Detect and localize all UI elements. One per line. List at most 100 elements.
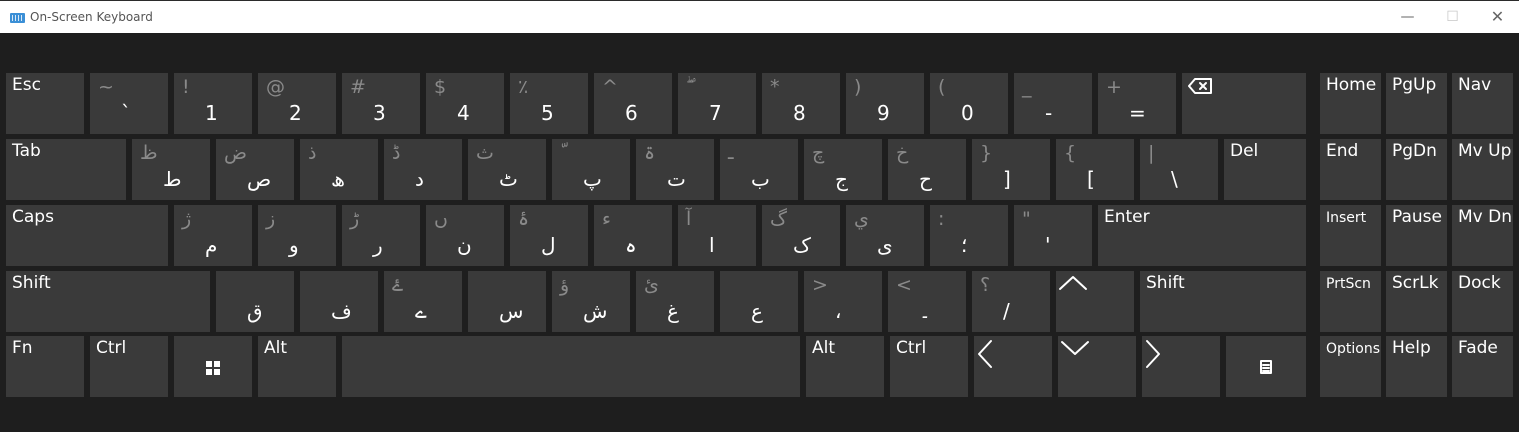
key-period[interactable]: < ۔ <box>888 271 966 332</box>
key-4[interactable]: $4 <box>426 73 504 134</box>
key-s[interactable]: زو <box>258 205 336 266</box>
key-h[interactable]: ءہ <box>594 205 672 266</box>
key-n[interactable]: ئغ <box>636 271 714 332</box>
key-u[interactable]: ۃت <box>636 139 714 200</box>
key-lbracket[interactable]: }] <box>972 139 1050 200</box>
key-mvup[interactable]: Mv Up <box>1452 139 1513 200</box>
key-k[interactable]: گک <box>762 205 840 266</box>
key-nav[interactable]: Nav <box>1452 73 1513 134</box>
key-up[interactable] <box>1056 271 1134 332</box>
maximize-button[interactable]: ☐ <box>1430 1 1475 33</box>
key-9[interactable]: ) 9 <box>846 73 924 134</box>
key-backspace[interactable] <box>1182 73 1306 134</box>
key-quote[interactable]: " ' <box>1014 205 1092 266</box>
key-label: Shift <box>12 273 51 293</box>
key-y[interactable]: ّپ <box>552 139 630 200</box>
key-e[interactable]: ذھ <box>300 139 378 200</box>
key-enter[interactable]: Enter <box>1098 205 1306 266</box>
key-scrlk[interactable]: ScrLk <box>1386 271 1447 332</box>
key-f[interactable]: ںن <box>426 205 504 266</box>
key-down[interactable] <box>1058 336 1136 397</box>
key-minus[interactable]: _ - <box>1014 73 1092 134</box>
key-m[interactable]: ع <box>720 271 798 332</box>
key-shift-char: } <box>980 142 993 164</box>
key-pause[interactable]: Pause <box>1386 205 1447 266</box>
key-0[interactable]: (0 <box>930 73 1008 134</box>
key-win[interactable] <box>174 336 252 397</box>
key-backslash[interactable]: | \ <box>1140 139 1218 200</box>
key-v[interactable]: س <box>468 271 546 332</box>
key-lalt[interactable]: Alt <box>258 336 336 397</box>
key-semicolon[interactable]: : ؛ <box>930 205 1008 266</box>
key-main-char: 3 <box>373 101 386 125</box>
key-2[interactable]: @2 <box>258 73 336 134</box>
key-rshift[interactable]: Shift <box>1140 271 1306 332</box>
key-7[interactable]: ۖ7 <box>678 73 756 134</box>
key-main-char: 9 <box>877 101 890 125</box>
key-fade[interactable]: Fade <box>1452 336 1513 397</box>
key-8[interactable]: * 8 <box>762 73 840 134</box>
key-lctrl[interactable]: Ctrl <box>90 336 168 397</box>
key-lshift[interactable]: Shift <box>6 271 210 332</box>
key-fn[interactable]: Fn <box>6 336 84 397</box>
key-rbracket[interactable]: {[ <box>1056 139 1134 200</box>
minimize-button[interactable]: — <box>1385 1 1430 33</box>
key-shift-char: گ <box>770 208 788 230</box>
key-j[interactable]: آا <box>678 205 756 266</box>
key-tab[interactable]: Tab <box>6 139 126 200</box>
key-pgup[interactable]: PgUp <box>1386 73 1447 134</box>
key-x[interactable]: ف <box>300 271 378 332</box>
key-p[interactable]: خح <box>888 139 966 200</box>
key-insert[interactable]: Insert <box>1320 205 1381 266</box>
key-label: Fn <box>12 338 33 358</box>
key-esc[interactable]: Esc <box>6 73 84 134</box>
key-w[interactable]: ضص <box>216 139 294 200</box>
key-5[interactable]: ٪ 5 <box>510 73 588 134</box>
key-end[interactable]: End <box>1320 139 1381 200</box>
key-6[interactable]: ^ 6 <box>594 73 672 134</box>
key-slash[interactable]: ؟ / <box>972 271 1050 332</box>
context-menu-icon <box>1260 359 1272 378</box>
window-title: On-Screen Keyboard <box>30 10 153 24</box>
key-d[interactable]: ڑر <box>342 205 420 266</box>
key-comma[interactable]: > ، <box>804 271 882 332</box>
key-right[interactable] <box>1142 336 1220 397</box>
key-dock[interactable]: Dock <box>1452 271 1513 332</box>
key-pgdn[interactable]: PgDn <box>1386 139 1447 200</box>
key-shift-char: ـ <box>728 142 734 164</box>
key-caps[interactable]: Caps <box>6 205 168 266</box>
key-z[interactable]: ق <box>216 271 294 332</box>
close-button[interactable]: ✕ <box>1475 1 1519 33</box>
key-equals[interactable]: + = <box>1098 73 1176 134</box>
key-mvdn[interactable]: Mv Dn <box>1452 205 1513 266</box>
key-label: Ctrl <box>96 338 127 358</box>
key-r[interactable]: ڈد <box>384 139 462 200</box>
key-space[interactable] <box>342 336 800 397</box>
key-shift-char: ڑ <box>350 208 360 230</box>
key-options[interactable]: Options <box>1320 336 1381 397</box>
key-del[interactable]: Del <box>1224 139 1306 200</box>
key-o[interactable]: چج <box>804 139 882 200</box>
key-left[interactable] <box>974 336 1052 397</box>
key-a[interactable]: ژم <box>174 205 252 266</box>
key-i[interactable]: ـب <box>720 139 798 200</box>
key-ralt[interactable]: Alt <box>806 336 884 397</box>
key-g[interactable]: ۂل <box>510 205 588 266</box>
key-q[interactable]: ظط <box>132 139 210 200</box>
key-3[interactable]: #3 <box>342 73 420 134</box>
key-1[interactable]: ! 1 <box>174 73 252 134</box>
key-rctrl[interactable]: Ctrl <box>890 336 968 397</box>
key-shift-char: ذ <box>308 142 317 164</box>
key-prtscn[interactable]: PrtScn <box>1320 271 1381 332</box>
key-help[interactable]: Help <box>1386 336 1447 397</box>
key-shift-char: ڈ <box>392 142 401 164</box>
key-t[interactable]: ثٹ <box>468 139 546 200</box>
key-menu[interactable] <box>1226 336 1306 397</box>
key-l[interactable]: يی <box>846 205 924 266</box>
key-main-char: ٹ <box>499 167 518 191</box>
key-grave[interactable]: ~ ` <box>90 73 168 134</box>
key-shift-char: ث <box>476 142 494 164</box>
key-home[interactable]: Home <box>1320 73 1381 134</box>
key-c[interactable]: ۓے <box>384 271 462 332</box>
key-b[interactable]: ؤش <box>552 271 630 332</box>
